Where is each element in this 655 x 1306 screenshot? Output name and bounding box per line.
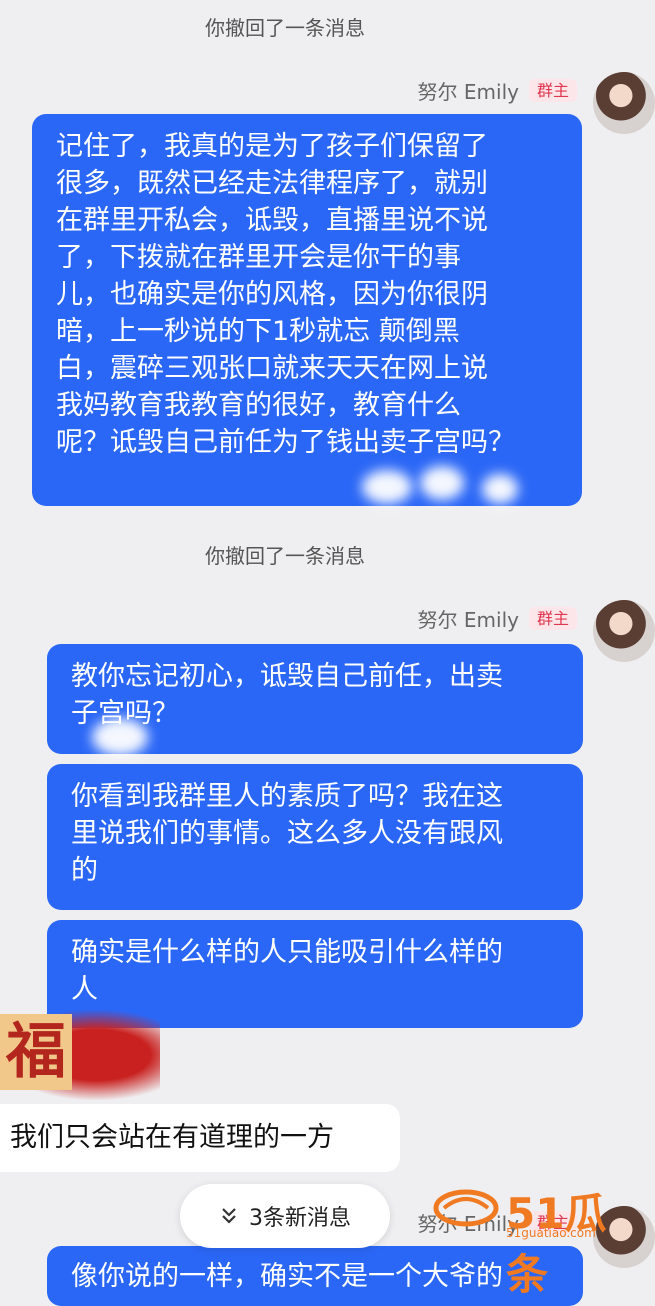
redaction-blur [362, 470, 412, 504]
watermark-url: 51guatiao.com [506, 1226, 596, 1240]
redaction-blur [420, 466, 464, 500]
recall-notice: 你撤回了一条消息 [205, 544, 365, 568]
watermark: 51瓜条 51guatiao.com [432, 1176, 632, 1299]
message-line: 了，下拨就在群里开会是你干的事 [56, 242, 461, 273]
message-line: 你看到我群里人的素质了吗？我在这 [71, 781, 503, 812]
message-line: 很多，既然已经走法律程序了，就别 [56, 168, 488, 199]
message-line: 白，震碎三观张口就来天天在网上说 [56, 353, 488, 384]
owner-badge: 群主 [528, 78, 577, 103]
fu-sticker: 福 [0, 1014, 72, 1090]
avatar[interactable] [593, 72, 655, 134]
redaction-blur [482, 474, 518, 504]
incoming-message[interactable]: 我们只会站在有道理的一方 [0, 1104, 400, 1172]
new-messages-label: 3条新消息 [249, 1206, 351, 1231]
message-bubble[interactable]: 记住了，我真的是为了孩子们保留了 很多，既然已经走法律程序了，就别 在群里开私会… [32, 114, 582, 506]
recall-notice: 你撤回了一条消息 [205, 16, 365, 40]
watermark-logo-icon [433, 1189, 499, 1227]
message-line: 子宫吗？ [71, 698, 179, 729]
sender-name: 努尔 Emily [417, 80, 519, 104]
owner-badge: 群主 [528, 606, 577, 631]
message-line: 里说我们的事情。这么多人没有跟风 [71, 818, 503, 849]
message-line: 在群里开私会，诋毁，直播里说不说 [56, 205, 488, 236]
sender-header: 努尔 Emily 群主 [418, 76, 577, 105]
message-line: 确实是什么样的人只能吸引什么样的 [71, 937, 503, 968]
message-bubble[interactable]: 你看到我群里人的素质了吗？我在这 里说我们的事情。这么多人没有跟风 的 [47, 764, 583, 910]
avatar[interactable] [593, 600, 655, 662]
message-line: 呢？诋毁自己前任为了钱出卖子宫吗？ [56, 427, 515, 458]
watermark-text: 51瓜条 [506, 1189, 607, 1299]
double-chevron-down-icon [222, 1208, 236, 1224]
message-line: 教你忘记初心，诋毁自己前任，出卖 [71, 661, 503, 692]
sender-header: 努尔 Emily 群主 [418, 604, 577, 633]
message-line: 暗，上一秒说的下1秒就忘 颠倒黑 [56, 316, 460, 347]
message-line: 像你说的一样，确实不是一个大爷的 [71, 1261, 503, 1292]
message-line: 的 [71, 855, 98, 886]
new-messages-button[interactable]: 3条新消息 [180, 1184, 390, 1248]
message-line: 记住了，我真的是为了孩子们保留了 [56, 131, 488, 162]
redaction-blur [92, 718, 148, 756]
message-line: 人 [71, 974, 98, 1005]
message-bubble[interactable]: 像你说的一样，确实不是一个大爷的 [47, 1246, 583, 1306]
message-line: 儿，也确实是你的风格，因为你很阴 [56, 279, 488, 310]
message-line: 我妈教育我教育的很好，教育什么 [56, 390, 461, 421]
sender-name: 努尔 Emily [417, 608, 519, 632]
